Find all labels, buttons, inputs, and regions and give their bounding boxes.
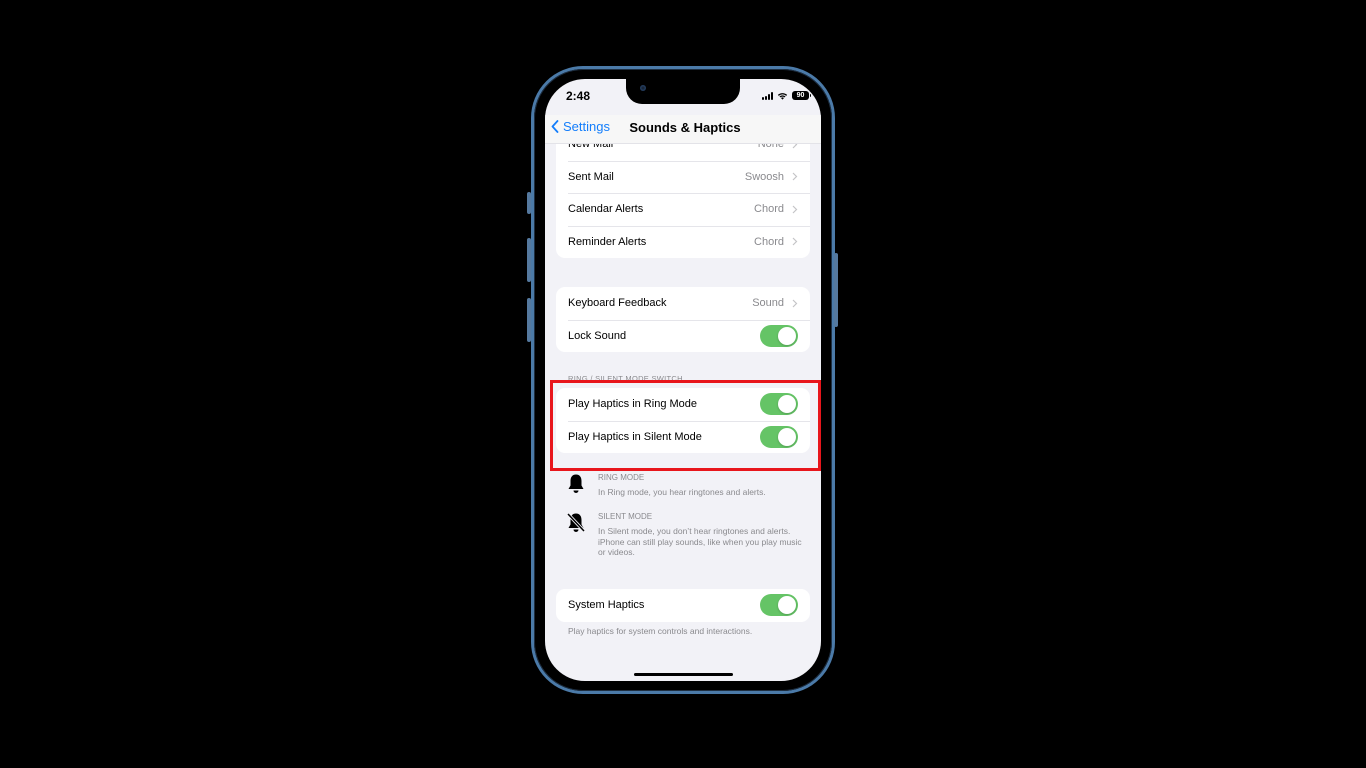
row-label: Reminder Alerts xyxy=(568,235,647,248)
row-label: Play Haptics in Silent Mode xyxy=(568,430,702,443)
mode-description: In Ring mode, you hear ringtones and ale… xyxy=(598,487,766,497)
lock-sound-row: Lock Sound xyxy=(556,319,810,353)
section-header: RING / SILENT MODE SWITCH xyxy=(568,374,683,383)
chevron-right-icon xyxy=(792,172,798,181)
ring-silent-switch xyxy=(527,192,531,214)
row-value: Chord xyxy=(754,235,784,248)
system-haptics-toggle[interactable] xyxy=(760,594,798,617)
sent-mail-row[interactable]: Sent Mail Swoosh xyxy=(556,160,810,194)
feedback-group: Keyboard Feedback Sound Lock Sound xyxy=(556,287,810,352)
row-label: Keyboard Feedback xyxy=(568,297,667,310)
row-label: Sent Mail xyxy=(568,170,614,183)
volume-down-button xyxy=(527,298,531,342)
row-label: Play Haptics in Ring Mode xyxy=(568,398,698,411)
cellular-signal-icon xyxy=(762,91,773,100)
bell-icon xyxy=(568,474,584,493)
silent-haptics-toggle[interactable] xyxy=(760,425,798,448)
status-time: 2:48 xyxy=(566,89,591,103)
navigation-bar: Settings Sounds & Haptics xyxy=(545,115,821,144)
row-label: Lock Sound xyxy=(568,329,627,342)
wifi-icon xyxy=(777,92,788,100)
silent-haptics-row: Play Haptics in Silent Mode xyxy=(556,420,810,454)
reminder-alerts-row[interactable]: Reminder Alerts Chord xyxy=(556,225,810,259)
chevron-right-icon xyxy=(792,205,798,214)
ring-silent-group: Play Haptics in Ring Mode Play Haptics i… xyxy=(556,388,810,453)
chevron-right-icon xyxy=(792,299,798,308)
status-icons: 90 xyxy=(762,91,811,100)
system-haptics-row: System Haptics xyxy=(556,589,810,622)
row-label: System Haptics xyxy=(568,599,645,612)
bell-slash-icon xyxy=(566,512,586,533)
home-indicator[interactable] xyxy=(634,673,733,676)
row-label: Calendar Alerts xyxy=(568,203,644,216)
notch xyxy=(626,79,740,104)
system-haptics-footer: Play haptics for system controls and int… xyxy=(568,626,753,636)
system-haptics-group: System Haptics xyxy=(556,589,810,622)
mode-title: SILENT MODE xyxy=(598,512,653,521)
settings-content: New Mail None Sent Mail Swoosh Calendar … xyxy=(545,128,821,681)
mode-title: RING MODE xyxy=(598,473,645,482)
keyboard-feedback-row[interactable]: Keyboard Feedback Sound xyxy=(556,287,810,320)
calendar-alerts-row[interactable]: Calendar Alerts Chord xyxy=(556,193,810,226)
battery-icon: 90 xyxy=(792,91,811,100)
phone-screen: 2:48 90 Settings Sounds & Haptics New Ma… xyxy=(545,79,821,681)
page-title: Sounds & Haptics xyxy=(629,120,741,135)
lock-sound-toggle[interactable] xyxy=(760,324,798,347)
chevron-right-icon xyxy=(792,237,798,246)
ring-haptics-row: Play Haptics in Ring Mode xyxy=(556,388,810,421)
row-value: Chord xyxy=(754,203,784,216)
mode-description: In Silent mode, you don’t hear ringtones… xyxy=(598,526,802,557)
sound-patterns-group: New Mail None Sent Mail Swoosh Calendar … xyxy=(556,128,810,258)
row-value: Sound xyxy=(752,297,784,310)
row-value: Swoosh xyxy=(744,170,784,183)
ring-haptics-toggle[interactable] xyxy=(760,393,798,416)
volume-up-button xyxy=(527,238,531,282)
side-button xyxy=(834,253,838,327)
front-camera xyxy=(640,85,646,91)
